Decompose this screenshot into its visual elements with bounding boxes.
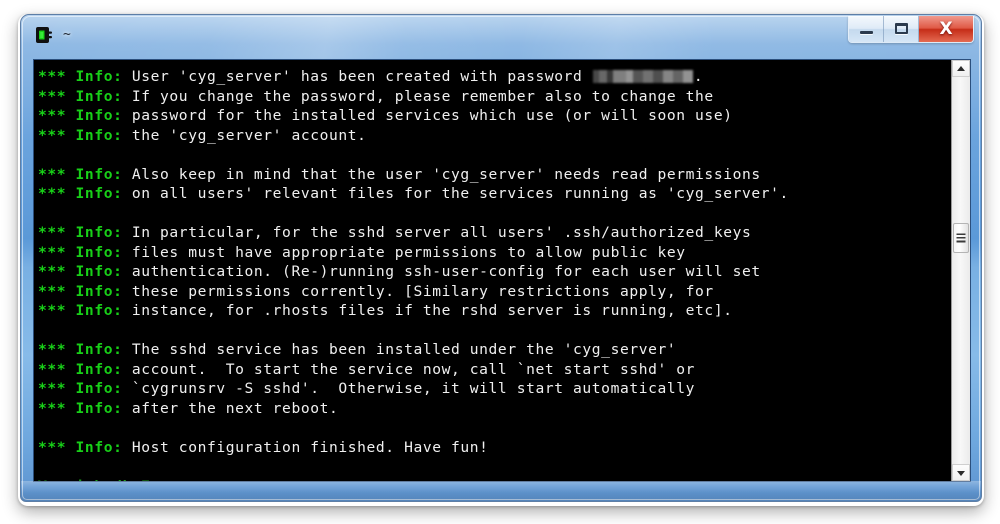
titlebar[interactable]: ~ X <box>21 15 981 59</box>
terminal-scrollbar[interactable] <box>951 60 970 481</box>
info-tag: Info: <box>75 399 132 417</box>
info-message: Also keep in mind that the user 'cyg_ser… <box>131 165 761 183</box>
info-message-suffix: . <box>693 68 704 85</box>
terminal-info-line: *** Info: Also keep in mind that the use… <box>38 165 951 185</box>
info-message: `cygrunsrv -S sshd'. Otherwise, it will … <box>131 380 696 397</box>
info-stars: *** <box>38 68 76 85</box>
prompt-cwd: ~ <box>160 478 169 482</box>
terminal-info-line: *** Info: files must have appropriate pe… <box>38 243 951 263</box>
scrollbar-down-button[interactable] <box>952 464 970 481</box>
info-message: after the next reboot. <box>131 399 339 417</box>
info-tag: Info: <box>75 380 132 397</box>
info-tag: Info: <box>75 87 132 105</box>
info-tag: Info: <box>75 68 132 85</box>
info-message: authentication. (Re-)running ssh-user-co… <box>131 263 761 280</box>
terminal-client-area: *** Info: User 'cyg_server' has been cre… <box>33 59 971 482</box>
info-tag: Info: <box>75 360 132 378</box>
info-stars: *** <box>38 185 76 202</box>
terminal-info-line: *** Info: Host configuration finished. H… <box>38 438 951 458</box>
info-tag: Info: <box>75 282 132 300</box>
scrollbar-track[interactable] <box>952 77 970 464</box>
info-message: In particular, for the sshd server all u… <box>131 224 752 241</box>
terminal-info-line: *** Info: authentication. (Re-)running s… <box>38 262 951 282</box>
info-tag: Info: <box>75 126 132 144</box>
window-title: ~ <box>63 27 72 42</box>
terminal-window: ~ X *** Info: User 'cyg_server' has been… <box>20 14 982 502</box>
info-stars: *** <box>38 263 76 280</box>
terminal-info-line: *** Info: after the next reboot. <box>38 399 951 419</box>
maximize-icon <box>895 23 908 34</box>
info-message: instance, for .rhosts files if the rshd … <box>131 302 733 319</box>
minimize-icon <box>860 31 873 34</box>
titlebar-left-group: ~ <box>33 24 71 46</box>
terminal-info-line: *** Info: the 'cyg_server' account. <box>38 126 951 146</box>
window-bottom-frame <box>21 481 981 501</box>
redacted-password-block <box>592 70 693 83</box>
scrollbar-up-button[interactable] <box>952 60 970 77</box>
minimize-button[interactable] <box>849 16 884 42</box>
terminal-info-line: *** Info: User 'cyg_server' has been cre… <box>38 67 951 87</box>
terminal-output[interactable]: *** Info: User 'cyg_server' has been cre… <box>34 60 951 481</box>
info-message: Host configuration finished. Have fun! <box>131 438 489 456</box>
info-stars: *** <box>38 438 76 456</box>
info-stars: *** <box>38 126 76 144</box>
info-message: User 'cyg_server' has been created with … <box>131 68 592 85</box>
terminal-info-line: *** Info: password for the installed ser… <box>38 106 951 126</box>
info-message: on all users' relevant files for the ser… <box>131 185 789 202</box>
info-stars: *** <box>38 224 76 241</box>
info-stars: *** <box>38 341 76 358</box>
info-stars: *** <box>38 165 76 183</box>
terminal-prompt-line: Yatri@budha7 ~ <box>38 477 951 482</box>
info-tag: Info: <box>75 263 132 280</box>
info-tag: Info: <box>75 107 132 124</box>
scroll-down-arrow-icon <box>957 470 965 476</box>
info-stars: *** <box>38 282 76 300</box>
info-message: these permissions corrently. [Similary r… <box>131 282 714 300</box>
info-stars: *** <box>38 399 76 417</box>
scrollbar-thumb[interactable] <box>953 223 969 253</box>
maximize-button[interactable] <box>884 16 919 42</box>
terminal-info-line: *** Info: these permissions corrently. [… <box>38 282 951 302</box>
info-message: The sshd service has been installed unde… <box>131 341 677 358</box>
info-stars: *** <box>38 360 76 378</box>
window-controls: X <box>848 16 974 43</box>
info-stars: *** <box>38 380 76 397</box>
terminal-info-line: *** Info: If you change the password, pl… <box>38 87 951 107</box>
cygwin-terminal-icon[interactable] <box>33 24 55 46</box>
terminal-info-line: *** Info: In particular, for the sshd se… <box>38 223 951 243</box>
prompt-user-host: Yatri@budha7 <box>38 478 160 482</box>
scrollbar-grip-icon <box>956 233 966 243</box>
info-tag: Info: <box>75 224 132 241</box>
terminal-info-line: *** Info: instance, for .rhosts files if… <box>38 301 951 321</box>
info-tag: Info: <box>75 185 132 202</box>
info-tag: Info: <box>75 302 132 319</box>
info-stars: *** <box>38 107 76 124</box>
terminal-info-line: *** Info: The sshd service has been inst… <box>38 340 951 360</box>
screenshot-root: ~ X *** Info: User 'cyg_server' has been… <box>0 0 1000 524</box>
terminal-info-line: *** Info: account. To start the service … <box>38 360 951 380</box>
info-stars: *** <box>38 87 76 105</box>
info-stars: *** <box>38 243 76 261</box>
info-message: password for the installed services whic… <box>131 107 733 124</box>
info-message: account. To start the service now, call … <box>131 360 696 378</box>
info-tag: Info: <box>75 438 132 456</box>
info-tag: Info: <box>75 341 132 358</box>
info-message: files must have appropriate permissions … <box>131 243 686 261</box>
scroll-up-arrow-icon <box>957 65 965 71</box>
info-message: If you change the password, please remem… <box>131 87 714 105</box>
close-icon: X <box>939 19 953 39</box>
close-button[interactable]: X <box>919 16 973 42</box>
info-stars: *** <box>38 302 76 319</box>
terminal-info-line: *** Info: `cygrunsrv -S sshd'. Otherwise… <box>38 379 951 399</box>
terminal-info-line: *** Info: on all users' relevant files f… <box>38 184 951 204</box>
info-tag: Info: <box>75 243 132 261</box>
info-tag: Info: <box>75 165 132 183</box>
info-message: the 'cyg_server' account. <box>131 126 367 144</box>
